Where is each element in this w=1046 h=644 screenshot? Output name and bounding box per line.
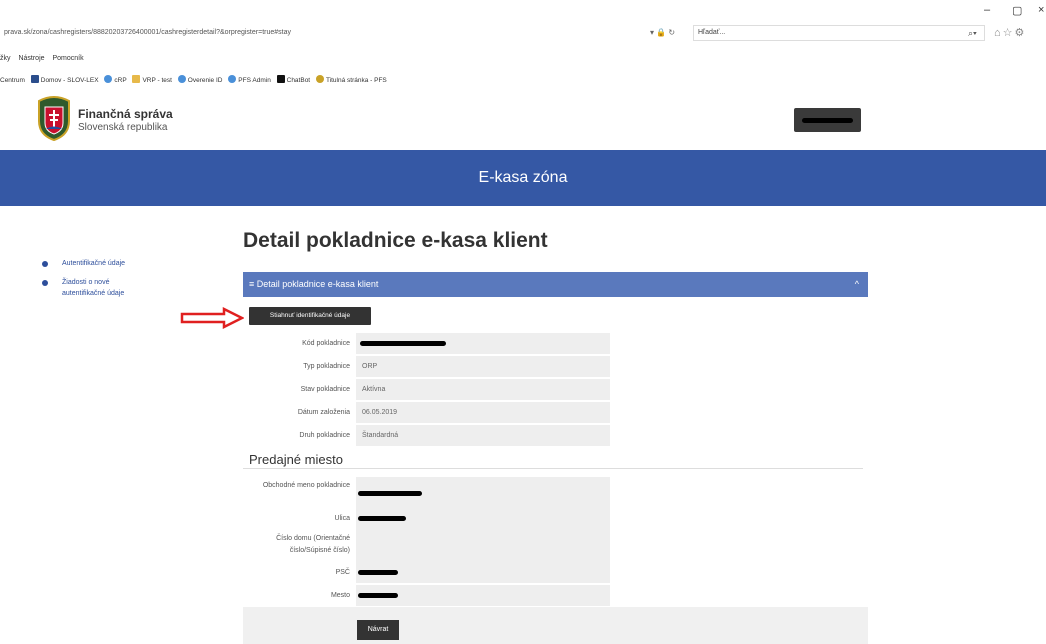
field-value: Štandardná [356, 425, 610, 446]
back-button[interactable]: Návrat [357, 620, 399, 640]
field-row: Kód pokladnice [260, 333, 610, 354]
bullet-icon [42, 261, 48, 267]
fav-item[interactable]: Overenie ID [177, 75, 222, 84]
red-arrow-icon [180, 307, 244, 329]
field-label: Dátum založenia [297, 409, 350, 416]
field-label: Obchodné meno pokladnice [262, 482, 350, 489]
browser-menubar: žky Nástroje Pomocník [0, 45, 1046, 75]
field-value: Aktívna [356, 379, 610, 400]
field-row: Obchodné meno pokladnice [260, 477, 610, 508]
field-label: Stav pokladnice [300, 386, 350, 393]
site-header: Finančná správa Slovenská republika [0, 92, 1046, 150]
brand-subtitle: Slovenská republika [78, 122, 168, 133]
field-value: 06.05.2019 [356, 402, 610, 423]
field-label: Ulica [334, 515, 350, 522]
chatbot-icon [276, 75, 285, 83]
minimize-icon[interactable]: – [984, 4, 990, 16]
download-identification-button[interactable]: Stiahnuť identifikačné údaje [249, 307, 371, 325]
field-row: Dátum založenia 06.05.2019 [260, 402, 610, 423]
field-value [356, 562, 610, 583]
redacted-value [358, 515, 406, 521]
search-icon[interactable]: ⌕▾ [968, 25, 977, 41]
panel-header[interactable]: ≡ Detail pokladnice e-kasa klient ^ [243, 272, 868, 297]
ie-icon [104, 75, 113, 83]
sidebar-item-auth-data[interactable]: Autentifikačné údaje [40, 258, 190, 269]
page-title: Detail pokladnice e-kasa klient [243, 229, 548, 252]
menu-item-tools[interactable]: Nástroje [18, 55, 44, 62]
field-label: Číslo domu (Orientačné číslo/Súpisné čís… [276, 535, 350, 554]
close-icon[interactable]: × [1038, 4, 1044, 16]
list-icon: ≡ [249, 279, 257, 289]
field-value [356, 585, 610, 606]
zone-banner: E-kasa zóna [0, 150, 1046, 206]
field-label: Mesto [330, 592, 350, 599]
browser-search-input[interactable]: Hľadať... [693, 25, 985, 41]
field-value [356, 333, 610, 354]
sidebar-item-label[interactable]: Autentifikačné údaje [62, 260, 125, 267]
field-value [356, 529, 610, 562]
menu-item[interactable]: žky [0, 55, 11, 62]
section-title: Predajné miesto [249, 452, 343, 467]
field-label: Typ pokladnice [303, 363, 350, 370]
redacted-value [358, 490, 422, 496]
field-label: Druh pokladnice [299, 432, 350, 439]
field-row: Ulica [260, 508, 610, 529]
redacted-value [358, 592, 398, 598]
vrp-icon [132, 75, 141, 83]
divider [243, 468, 863, 469]
fav-item[interactable]: PFS Admin [228, 75, 271, 84]
fav-item[interactable]: ChatBot [276, 75, 310, 84]
form-footer [243, 607, 868, 644]
field-label: PSČ [335, 569, 350, 576]
toolbar-icons[interactable]: ⌂☆⚙ [994, 25, 1026, 41]
sidebar-item-label[interactable]: Žiadosti o nové autentifikačné údaje [62, 279, 124, 297]
field-row: PSČ [260, 562, 610, 583]
ie-icon [228, 75, 237, 83]
fav-item[interactable]: VRP - test [132, 75, 172, 84]
chevron-up-icon[interactable]: ^ [855, 272, 859, 297]
field-row: Druh pokladnice Štandardná [260, 425, 610, 446]
bullet-icon [42, 280, 48, 286]
field-row: Stav pokladnice Aktívna [260, 379, 610, 400]
lock-refresh-icon[interactable]: ▾ 🔒 ↻ [650, 25, 675, 41]
brand-title: Finančná správa [78, 107, 173, 121]
browser-chrome: – ▢ × prava.sk/zona/cashregisters/888202… [0, 0, 1046, 42]
field-row: Mesto [260, 585, 610, 606]
field-label: Kód pokladnice [302, 340, 350, 347]
slovlex-icon [30, 75, 39, 83]
coat-of-arms-icon[interactable] [35, 95, 73, 141]
redacted-value [360, 340, 446, 346]
panel-title: Detail pokladnice e-kasa klient [256, 279, 379, 289]
ie-icon [177, 75, 186, 83]
redacted-value [358, 569, 398, 575]
field-row: Číslo domu (Orientačné číslo/Súpisné čís… [260, 529, 610, 562]
field-row: Typ pokladnice ORP [260, 356, 610, 377]
sidebar-nav: Autentifikačné údaje Žiadosti o nové aut… [40, 258, 190, 307]
field-value [356, 508, 610, 529]
address-bar[interactable]: prava.sk/zona/cashregisters/888202037264… [0, 25, 695, 41]
favorites-bar: Centrum Domov - SLOV-LEX cRP VRP - test … [0, 75, 1046, 87]
user-button[interactable] [794, 108, 861, 132]
pfs-icon [315, 75, 324, 83]
sidebar-item-requests[interactable]: Žiadosti o nové autentifikačné údaje [40, 277, 150, 299]
menu-item-help[interactable]: Pomocník [52, 55, 83, 62]
fav-item[interactable]: Domov - SLOV-LEX [30, 75, 99, 84]
fav-item[interactable]: Centrum [0, 77, 25, 84]
field-value: ORP [356, 356, 610, 377]
field-value [356, 477, 610, 508]
maximize-icon[interactable]: ▢ [1012, 4, 1022, 17]
fav-item[interactable]: Titulná stránka - PFS [315, 75, 387, 84]
fav-item[interactable]: cRP [104, 75, 127, 84]
